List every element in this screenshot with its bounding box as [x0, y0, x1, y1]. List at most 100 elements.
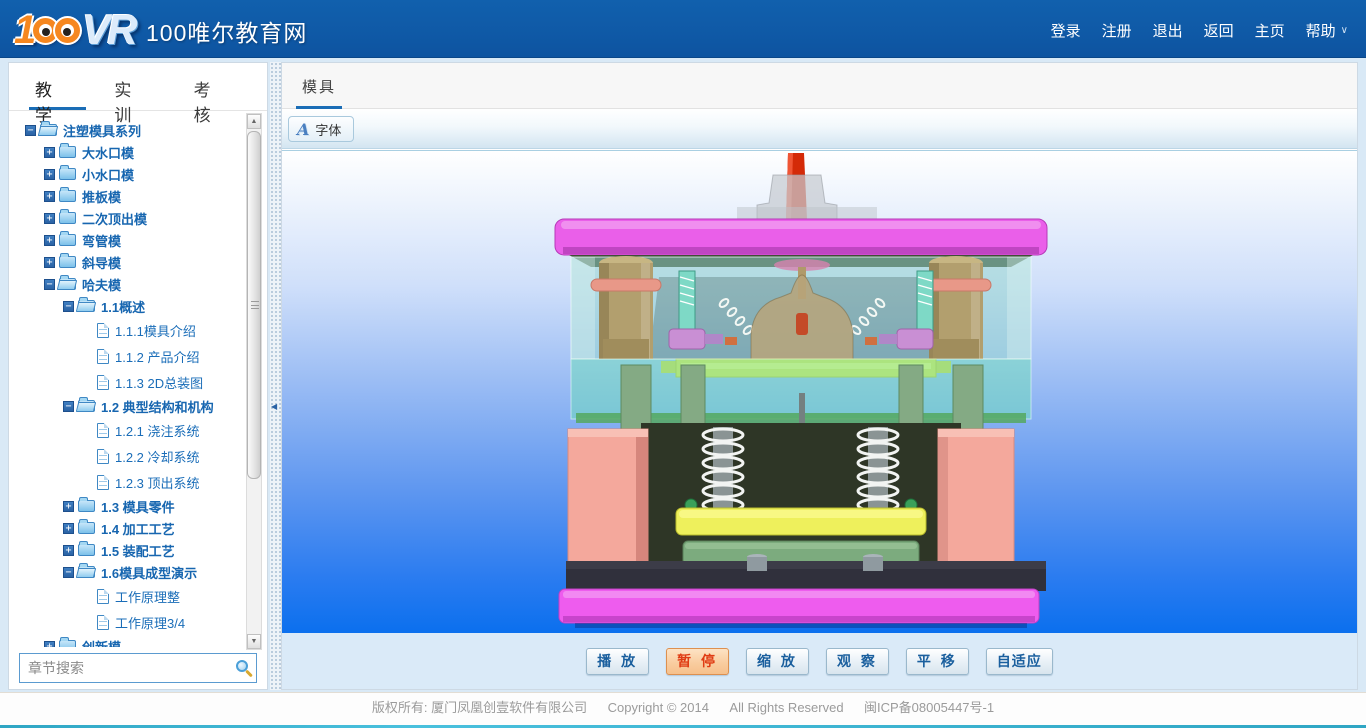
folder-icon	[59, 234, 76, 246]
collapse-toggle-icon[interactable]: −	[25, 125, 36, 136]
tab-mold[interactable]: 模具	[296, 63, 342, 109]
tree-item-label: 1.2.1 浇注系统	[115, 421, 200, 440]
tree-item[interactable]: + 创新模	[9, 635, 267, 647]
expand-toggle-icon[interactable]: +	[44, 191, 55, 202]
tree-item[interactable]: + 小水口模	[9, 163, 267, 185]
rights-reserved: All Rights Reserved	[729, 693, 843, 723]
tree-item[interactable]: 1.2.1 浇注系统	[9, 417, 267, 443]
home-link[interactable]: 主页	[1255, 20, 1285, 41]
tree-item[interactable]: + 二次顶出模	[9, 207, 267, 229]
tree-item-selected[interactable]: 工作原理整	[9, 583, 267, 609]
tree-item[interactable]: 1.1.1模具介绍	[9, 317, 267, 343]
expand-toggle-icon[interactable]: +	[44, 147, 55, 158]
course-tree: − 注塑模具系列 + 大水口模 + 小水口模 + 推板模 +	[9, 112, 267, 647]
tree-item[interactable]: + 斜导模	[9, 251, 267, 273]
chevron-down-icon[interactable]: ∨	[1341, 25, 1348, 36]
tree-item-label: 哈夫模	[82, 275, 121, 294]
scrollbar-thumb[interactable]	[247, 131, 261, 479]
document-icon	[97, 475, 109, 490]
tree-item[interactable]: − 1.6模具成型演示	[9, 561, 267, 583]
tree-item-label: 1.2 典型结构和机构	[101, 397, 214, 416]
bottom-clamp-plate	[559, 589, 1039, 623]
scrollbar-grip-icon	[251, 301, 259, 309]
top-clamp-plate	[555, 219, 1047, 255]
search-input[interactable]	[19, 653, 257, 683]
collapse-toggle-icon[interactable]: −	[44, 279, 55, 290]
play-button[interactable]: 播 放	[586, 648, 649, 675]
scroll-down-button[interactable]: ▼	[247, 634, 261, 649]
pan-button[interactable]: 平 移	[906, 648, 969, 675]
tree-item-label: 工作原理整	[115, 587, 180, 606]
tree-item-label: 1.1.2 产品介绍	[115, 347, 200, 366]
logout-link[interactable]: 退出	[1153, 20, 1183, 41]
expand-toggle-icon[interactable]: +	[44, 257, 55, 268]
help-link[interactable]: 帮助	[1306, 20, 1336, 41]
zoom-button[interactable]: 缩 放	[746, 648, 809, 675]
tree-item[interactable]: 1.1.3 2D总装图	[9, 369, 267, 395]
tree-item[interactable]: − 哈夫模	[9, 273, 267, 295]
tree-item[interactable]: + 1.3 模具零件	[9, 495, 267, 517]
down-arrow-icon: ▼	[251, 638, 258, 645]
document-icon	[97, 423, 109, 438]
back-link[interactable]: 返回	[1204, 20, 1234, 41]
folder-icon	[59, 190, 76, 202]
tree-item[interactable]: + 1.4 加工工艺	[9, 517, 267, 539]
expand-toggle-icon[interactable]: +	[63, 545, 74, 556]
tree-item-label: 1.1.1模具介绍	[115, 321, 196, 340]
tree-item[interactable]: 1.2.3 顶出系统	[9, 469, 267, 495]
tree-item[interactable]: 工作原理3/4	[9, 609, 267, 635]
tree-item-label: 1.6模具成型演示	[101, 563, 197, 582]
tree-item-label: 注塑模具系列	[63, 121, 141, 140]
tree-item[interactable]: + 大水口模	[9, 141, 267, 163]
tree-item[interactable]: 1.1.2 产品介绍	[9, 343, 267, 369]
collapse-arrow-icon[interactable]: ◀	[271, 402, 277, 411]
tree-item[interactable]: − 注塑模具系列	[9, 119, 267, 141]
autofit-button[interactable]: 自适应	[986, 648, 1053, 675]
3d-viewport[interactable]	[282, 150, 1357, 635]
scroll-up-button[interactable]: ▲	[247, 114, 261, 129]
viewer-toolbar: A 字体	[282, 109, 1357, 149]
tab-training[interactable]: 实 训	[108, 63, 165, 110]
tree-item-label: 1.5 装配工艺	[101, 541, 175, 560]
expand-toggle-icon[interactable]: +	[44, 641, 55, 648]
document-icon	[97, 349, 109, 364]
tab-assessment[interactable]: 考 核	[188, 63, 245, 110]
tree-item[interactable]: + 推板模	[9, 185, 267, 207]
tree-item[interactable]: 1.2.2 冷却系统	[9, 443, 267, 469]
folder-icon	[78, 500, 95, 512]
copyright-year: Copyright © 2014	[608, 693, 709, 723]
expand-toggle-icon[interactable]: +	[63, 523, 74, 534]
tree-item[interactable]: + 弯管模	[9, 229, 267, 251]
open-folder-icon	[78, 400, 95, 412]
icp-number: 闽ICP备08005447号-1	[864, 693, 994, 723]
tree-item[interactable]: − 1.1概述	[9, 295, 267, 317]
tree-item-label: 推板模	[82, 187, 121, 206]
tree-item[interactable]: + 1.5 装配工艺	[9, 539, 267, 561]
logo-vr: VR	[82, 6, 134, 54]
mold-3d-model[interactable]	[541, 153, 1071, 631]
header: 1 VR 100唯尔教育网 登录 注册 退出 返回 主页 帮助 ∨	[0, 0, 1366, 58]
pause-button[interactable]: 暂 停	[666, 648, 729, 675]
search-icon[interactable]	[236, 660, 248, 672]
panel-splitter[interactable]: ◀	[270, 62, 281, 690]
collapse-toggle-icon[interactable]: −	[63, 567, 74, 578]
tree-item[interactable]: − 1.2 典型结构和机构	[9, 395, 267, 417]
folder-icon	[59, 168, 76, 180]
collapse-toggle-icon[interactable]: −	[63, 301, 74, 312]
tree-scrollbar[interactable]: ▲ ▼	[246, 113, 262, 650]
expand-toggle-icon[interactable]: +	[44, 235, 55, 246]
tab-teaching[interactable]: 教 学	[29, 63, 86, 110]
observe-button[interactable]: 观 察	[826, 648, 889, 675]
collapse-toggle-icon[interactable]: −	[63, 401, 74, 412]
expand-toggle-icon[interactable]: +	[63, 501, 74, 512]
document-icon	[97, 615, 109, 630]
font-button[interactable]: A 字体	[288, 116, 354, 142]
open-folder-icon	[78, 300, 95, 312]
expand-toggle-icon[interactable]: +	[44, 169, 55, 180]
login-link[interactable]: 登录	[1051, 20, 1081, 41]
tree-item-label: 1.3 模具零件	[101, 497, 175, 516]
register-link[interactable]: 注册	[1102, 20, 1132, 41]
folder-icon	[78, 544, 95, 556]
font-button-label: 字体	[315, 120, 341, 139]
expand-toggle-icon[interactable]: +	[44, 213, 55, 224]
